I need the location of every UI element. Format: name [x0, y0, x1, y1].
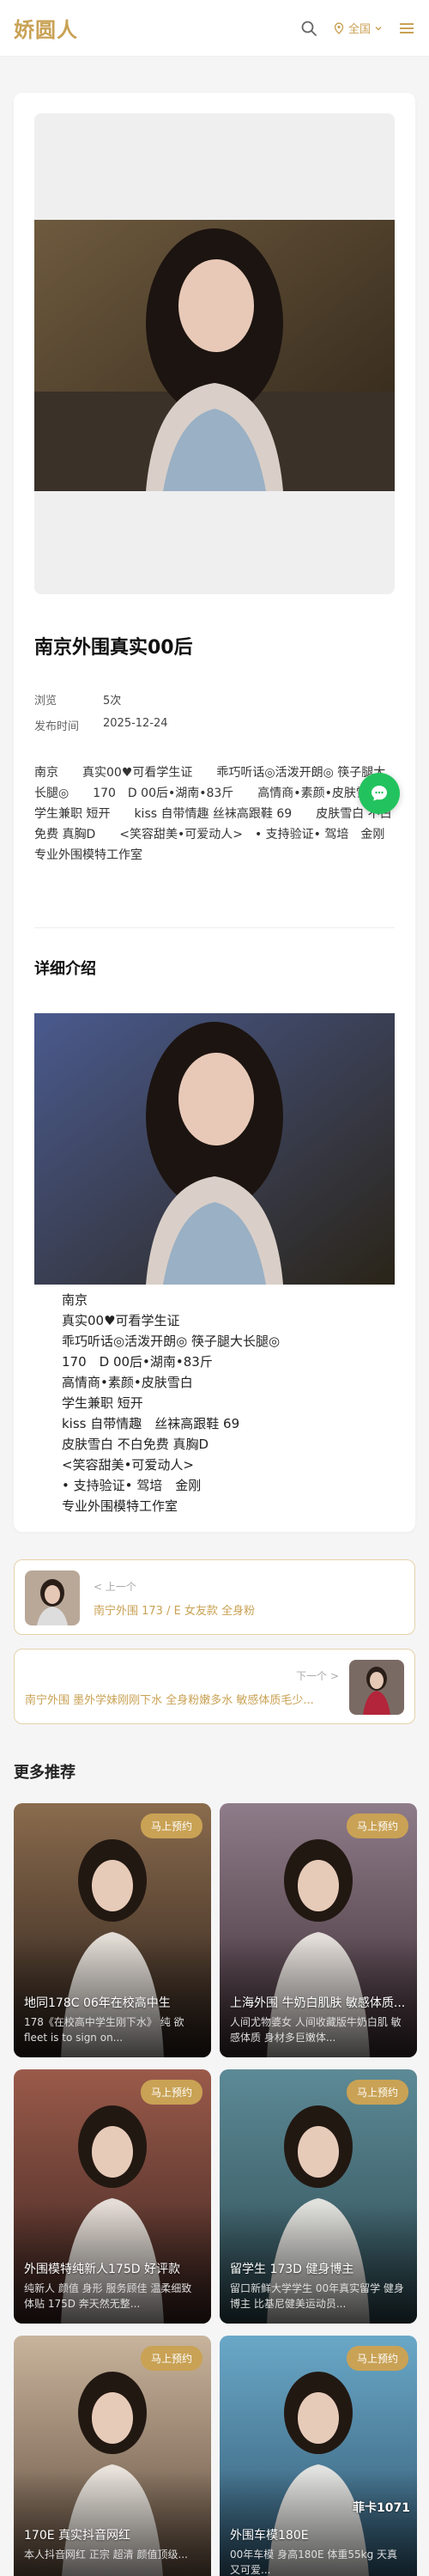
more-section-title: 更多推荐: [14, 1764, 76, 1782]
recommend-card[interactable]: 马上预约 地同178C 06年在校高中生 178《在校高中学生刚下水》 纯 欲 …: [14, 1803, 211, 2057]
detail-line: 高情商•素颜•皮肤雪白: [62, 1375, 193, 1390]
watermark-text: 菲卡1071: [353, 2501, 410, 2515]
views-label: 浏览: [34, 695, 57, 708]
recommend-title: 外围车模180E: [230, 2529, 309, 2543]
recommend-card[interactable]: 马上预约 留学生 173D 健身博主 留口新鲜大学学生 00年真实留学 健身博主…: [220, 2069, 417, 2324]
detail-line: 专业外围模特工作室: [62, 1498, 178, 1514]
top-header: 娇圆人 全国: [0, 0, 429, 57]
next-post-link[interactable]: 下一个 > 南宁外围 墨外学妹刚刚下水 全身粉嫩多水 敏感体质毛少...: [14, 1649, 415, 1724]
recommend-desc: 本人抖音网红 正宗 超清 颜值顶级...: [24, 2549, 188, 2561]
recommend-title: 地同178C 06年在校高中生: [24, 1996, 171, 2010]
recommend-desc: 纯新人 颜值 身形 服务顾佳 温柔细致体贴 175D 奔天然无整...: [24, 2282, 192, 2310]
chevron-down-icon: [375, 26, 382, 30]
recommend-desc: 人间尤物婆女 人间收藏版牛奶白肌 敏感体质 身材多巨嫩体...: [230, 2016, 402, 2044]
views-row: 浏览 5次: [34, 691, 121, 708]
region-selector[interactable]: 全国: [333, 20, 383, 36]
prev-post-link[interactable]: < 上一个 南宁外围 173 / E 女友款 全身粉: [14, 1559, 415, 1635]
book-now-badge[interactable]: 马上预约: [346, 2080, 408, 2105]
prev-thumb: [25, 1571, 80, 1625]
book-now-badge[interactable]: 马上预约: [140, 1814, 202, 1838]
site-logo[interactable]: 娇圆人: [14, 13, 78, 43]
recommend-desc: 留口新鲜大学学生 00年真实留学 健身博主 比基尼健美运动员...: [230, 2282, 404, 2310]
main-photo-frame: [34, 113, 395, 594]
post-card: 南京外围真实00后 浏览 5次 发布时间 2025-12-24 南京 真实00♥…: [14, 93, 415, 1532]
recommend-card[interactable]: 马上预约 170E 真实抖音网红 本人抖音网红 正宗 超清 颜值顶级...: [14, 2336, 211, 2576]
next-thumb: [349, 1660, 404, 1715]
book-now-badge[interactable]: 马上预约: [346, 1814, 408, 1838]
recommend-desc: 00年车模 身高180E 体重55kg 天真又可爱...: [230, 2549, 398, 2576]
detail-line: 皮肤雪白 不白免费 真胸D: [62, 1437, 209, 1452]
recommend-title: 170E 真实抖音网红: [24, 2529, 131, 2543]
main-photo[interactable]: [34, 220, 395, 491]
prev-label: < 上一个: [94, 1581, 136, 1593]
book-now-badge[interactable]: 马上预约: [140, 2346, 202, 2371]
divider: [34, 927, 395, 928]
search-icon[interactable]: [300, 20, 317, 37]
detail-line: 乖巧听话◎活泼开朗◎ 筷子腿大长腿◎: [62, 1334, 281, 1349]
region-label: 全国: [347, 23, 371, 36]
recommend-card[interactable]: 马上预约 上海外围 牛奶白肌肤 敏感体质... 人间尤物婆女 人间收藏版牛奶白肌…: [220, 1803, 417, 2057]
detail-line: <笑容甜美•可爱动人>: [62, 1457, 194, 1473]
recommend-card[interactable]: 马上预约 外围车模180E 00年车模 身高180E 体重55kg 天真又可爱.…: [220, 2336, 417, 2576]
prev-title: 南宁外围 173 / E 女友款 全身粉: [94, 1605, 256, 1618]
chat-fab-button[interactable]: [359, 773, 400, 814]
date-label: 发布时间: [34, 720, 80, 733]
date-row: 发布时间 2025-12-24: [34, 717, 168, 733]
detail-section-title: 详细介绍: [34, 960, 96, 978]
next-label: 下一个 >: [296, 1670, 339, 1682]
book-now-badge[interactable]: 马上预约: [140, 2080, 202, 2105]
book-now-badge[interactable]: 马上预约: [346, 2346, 408, 2371]
menu-icon[interactable]: [398, 20, 415, 37]
detail-line: 学生兼职 短开: [62, 1395, 143, 1411]
detail-photo[interactable]: [34, 1013, 395, 1285]
detail-line: 南京: [62, 1292, 88, 1308]
recommend-title: 上海外围 牛奶白肌肤 敏感体质...: [230, 1996, 406, 2010]
next-title: 南宁外围 墨外学妹刚刚下水 全身粉嫩多水 敏感体质毛少...: [25, 1694, 314, 1707]
detail-line: 真实00♥可看学生证: [62, 1313, 180, 1328]
date-value: 2025-12-24: [103, 717, 168, 730]
recommend-card[interactable]: 马上预约 外围模特纯新人175D 好评款 纯新人 颜值 身形 服务顾佳 温柔细致…: [14, 2069, 211, 2324]
detail-text: 南京 真实00♥可看学生证 乖巧听话◎活泼开朗◎ 筷子腿大长腿◎ 170 D 0…: [62, 1290, 280, 1516]
chat-icon: [372, 786, 387, 801]
recommend-desc: 178《在校高中学生刚下水》 纯 欲 fleet is to sign on..…: [24, 2016, 184, 2044]
detail-line: 170 D 00后•湖南•83斤: [62, 1354, 213, 1370]
post-tagline: 南京 真实00♥可看学生证 乖巧听话◎活泼开朗◎ 筷子腿大长腿◎ 170 D 0…: [34, 766, 408, 862]
views-value: 5次: [103, 695, 122, 708]
detail-line: kiss 自带情趣 丝袜高跟鞋 69: [62, 1416, 240, 1431]
detail-line: • 支持验证• 驾培 金刚: [62, 1478, 202, 1493]
location-pin-icon: [334, 21, 344, 34]
recommend-title: 外围模特纯新人175D 好评款: [24, 2263, 180, 2276]
recommend-title: 留学生 173D 健身博主: [230, 2263, 354, 2276]
post-title: 南京外围真实00后: [34, 637, 193, 659]
